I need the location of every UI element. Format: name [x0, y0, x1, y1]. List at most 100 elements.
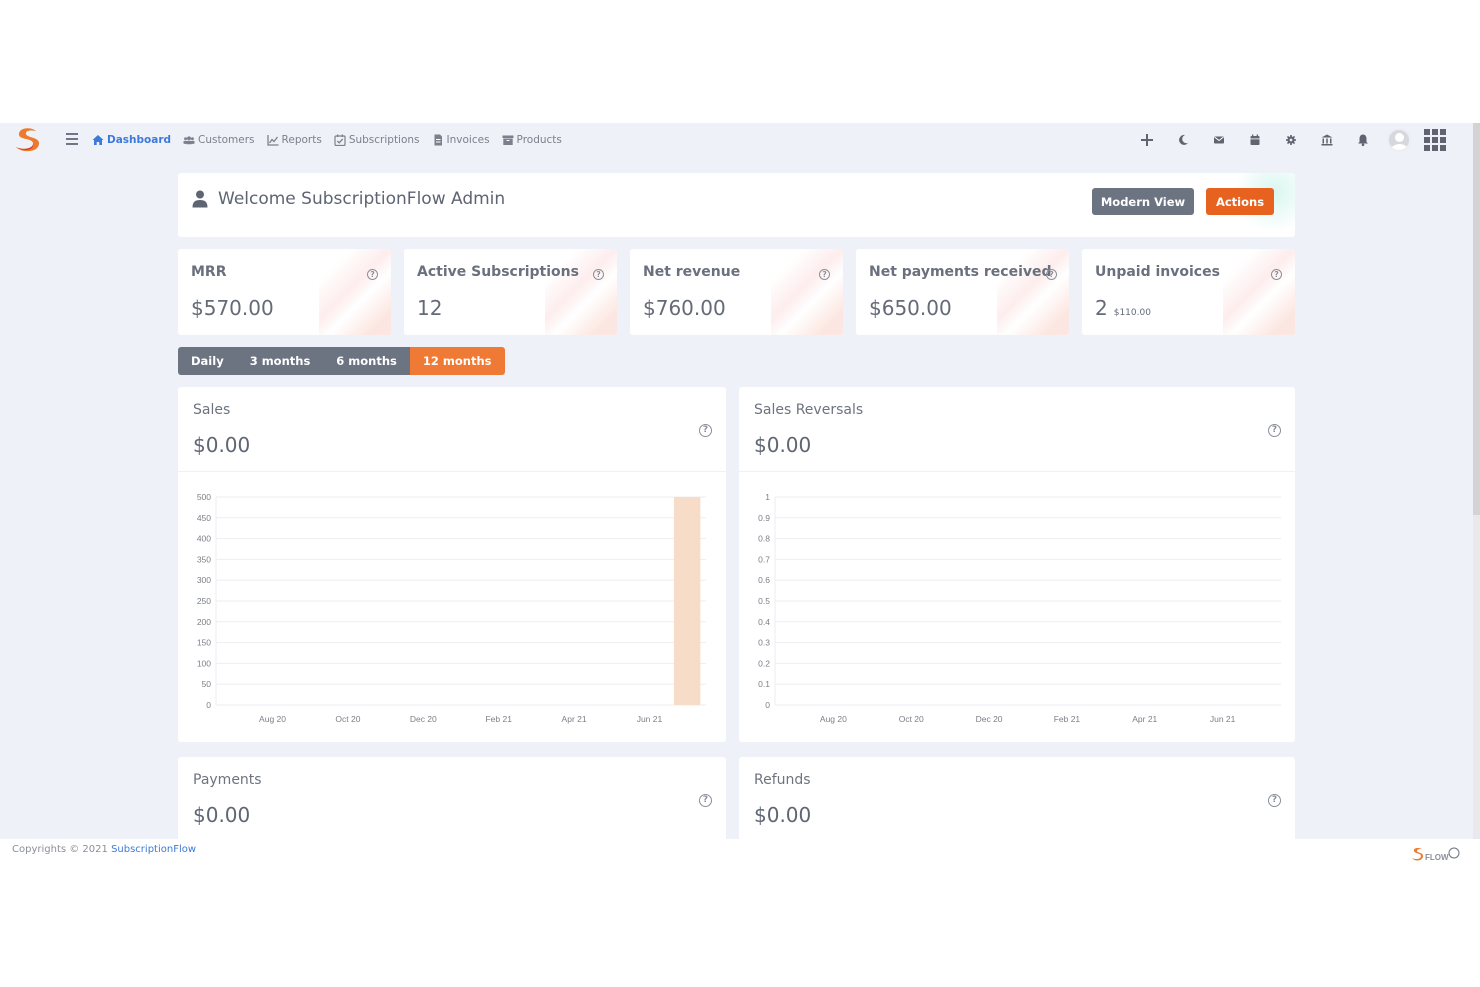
- help-icon[interactable]: ?: [819, 269, 830, 280]
- period-12-months[interactable]: 12 months: [409, 347, 505, 375]
- x-tick-label: Apr 21: [562, 714, 587, 724]
- y-tick-label: 0.4: [758, 617, 770, 627]
- unpaid-count: 2: [1095, 296, 1108, 320]
- y-tick-label: 0.9: [758, 513, 770, 523]
- notifications-button[interactable]: [1345, 123, 1381, 157]
- y-tick-label: 450: [197, 513, 211, 523]
- stat-label: Net revenue: [643, 264, 741, 280]
- navbar-actions: [1129, 123, 1453, 157]
- refunds-panel: Refunds $0.00 ?: [739, 757, 1295, 839]
- copyright-text: Copyrights © 2021: [12, 844, 112, 855]
- help-icon[interactable]: ?: [593, 269, 604, 280]
- user-menu-button[interactable]: [1381, 123, 1417, 157]
- payments-panel: Payments $0.00 ?: [178, 757, 726, 839]
- period-3-months[interactable]: 3 months: [236, 347, 324, 375]
- card-decoration: [771, 249, 843, 335]
- sales-reversals-panel: Sales Reversals $0.00 ? 0 0.1 0.2 0.3 0.4 0.5…: [739, 387, 1295, 742]
- settings-button[interactable]: [1273, 123, 1309, 157]
- archive-icon: [502, 135, 514, 145]
- stats-row: MRR ? $570.00 Active Subscriptions ? 12 …: [178, 249, 1295, 335]
- nav-label: Dashboard: [107, 134, 172, 146]
- help-icon[interactable]: ?: [1271, 269, 1282, 280]
- period-selector: Daily 3 months 6 months 12 months: [178, 347, 505, 375]
- apps-button[interactable]: [1417, 123, 1453, 157]
- panel-title: Refunds: [754, 772, 811, 788]
- panel-value: $0.00: [193, 803, 251, 827]
- nav-reports[interactable]: Reports: [266, 134, 322, 146]
- help-icon[interactable]: ?: [1268, 794, 1281, 807]
- bell-icon: [1358, 134, 1368, 147]
- avatar: [1387, 128, 1411, 152]
- help-icon[interactable]: ?: [699, 794, 712, 807]
- unpaid-amount: $110.00: [1113, 308, 1151, 318]
- y-tick-label: 0.2: [758, 658, 770, 668]
- brand-link[interactable]: SubscriptionFlow: [111, 844, 196, 855]
- help-icon[interactable]: ?: [367, 269, 378, 280]
- subscriptionflow-logo[interactable]: [12, 125, 44, 155]
- x-tick-label: Oct 20: [335, 714, 360, 724]
- y-tick-label: 0.5: [758, 596, 770, 606]
- stat-card-net-payments: Net payments received ? $650.00: [856, 249, 1069, 335]
- x-tick-label: Feb 21: [485, 714, 512, 724]
- nav-dashboard[interactable]: Dashboard: [92, 134, 171, 146]
- nav-invoices[interactable]: Invoices: [432, 134, 490, 146]
- stat-card-net-revenue: Net revenue ? $760.00: [630, 249, 843, 335]
- stat-card-unpaid-invoices: Unpaid invoices ? 2 $110.00: [1082, 249, 1295, 335]
- y-tick-label: 0.3: [758, 638, 770, 648]
- menu-toggle-button[interactable]: [66, 133, 78, 145]
- plus-icon: [1141, 134, 1153, 146]
- stat-label: Unpaid invoices: [1095, 264, 1220, 280]
- stat-label: Active Subscriptions: [417, 264, 579, 280]
- nav-products[interactable]: Products: [502, 134, 562, 146]
- help-icon[interactable]: ?: [1268, 424, 1281, 437]
- nav-subscriptions[interactable]: Subscriptions: [334, 134, 420, 146]
- scrollbar-thumb[interactable]: [1473, 123, 1480, 515]
- x-tick-label: Jun 21: [1210, 714, 1236, 724]
- users-icon: [183, 136, 195, 145]
- period-6-months[interactable]: 6 months: [323, 347, 410, 375]
- modern-view-button[interactable]: Modern View: [1092, 188, 1194, 215]
- y-tick-label: 100: [197, 658, 211, 668]
- bar[interactable]: [673, 497, 701, 705]
- dark-mode-toggle[interactable]: [1165, 123, 1201, 157]
- welcome-card: Welcome SubscriptionFlow Admin Modern Vi…: [178, 173, 1295, 237]
- panel-header: Sales Reversals $0.00 ?: [739, 387, 1295, 472]
- user-icon: [192, 190, 208, 208]
- panel-header: Refunds $0.00 ?: [739, 757, 1295, 839]
- add-button[interactable]: [1129, 123, 1165, 157]
- stat-card-active-subscriptions: Active Subscriptions ? 12: [404, 249, 617, 335]
- y-tick-label: 350: [197, 554, 211, 564]
- stat-card-mrr: MRR ? $570.00: [178, 249, 391, 335]
- panel-value: $0.00: [193, 433, 251, 457]
- nav-customers[interactable]: Customers: [183, 134, 255, 146]
- chart-line-icon: [266, 135, 279, 146]
- gear-icon: [1286, 135, 1296, 145]
- help-icon[interactable]: ?: [699, 424, 712, 437]
- panel-title: Sales Reversals: [754, 402, 864, 418]
- y-tick-label: 400: [197, 534, 211, 544]
- stat-value: 12: [417, 296, 443, 320]
- period-daily[interactable]: Daily: [178, 347, 237, 375]
- bank-button[interactable]: [1309, 123, 1345, 157]
- stat-label: Net payments received: [869, 264, 1052, 280]
- messages-button[interactable]: [1201, 123, 1237, 157]
- y-tick-label: 500: [197, 492, 211, 502]
- stat-value: $650.00: [869, 296, 952, 320]
- actions-button[interactable]: Actions: [1206, 188, 1274, 215]
- y-tick-label: 0.7: [758, 554, 770, 564]
- stat-label: MRR: [191, 264, 227, 280]
- y-tick-label: 0: [206, 700, 211, 710]
- panel-header: Sales $0.00 ?: [178, 387, 726, 472]
- x-tick-label: Oct 20: [899, 714, 924, 724]
- file-invoice-icon: [434, 134, 442, 146]
- page-scrollbar[interactable]: [1473, 123, 1480, 839]
- footer-brand-logo[interactable]: FLOW: [1410, 845, 1462, 865]
- help-icon[interactable]: ?: [1046, 269, 1057, 280]
- panel-header: Payments $0.00 ?: [178, 757, 726, 839]
- panel-title: Sales: [193, 402, 231, 418]
- y-tick-label: 300: [197, 575, 211, 585]
- calendar-button[interactable]: [1237, 123, 1273, 157]
- moon-icon: [1179, 134, 1188, 145]
- y-tick-label: 150: [197, 638, 211, 648]
- welcome-text: Welcome SubscriptionFlow Admin: [218, 189, 506, 209]
